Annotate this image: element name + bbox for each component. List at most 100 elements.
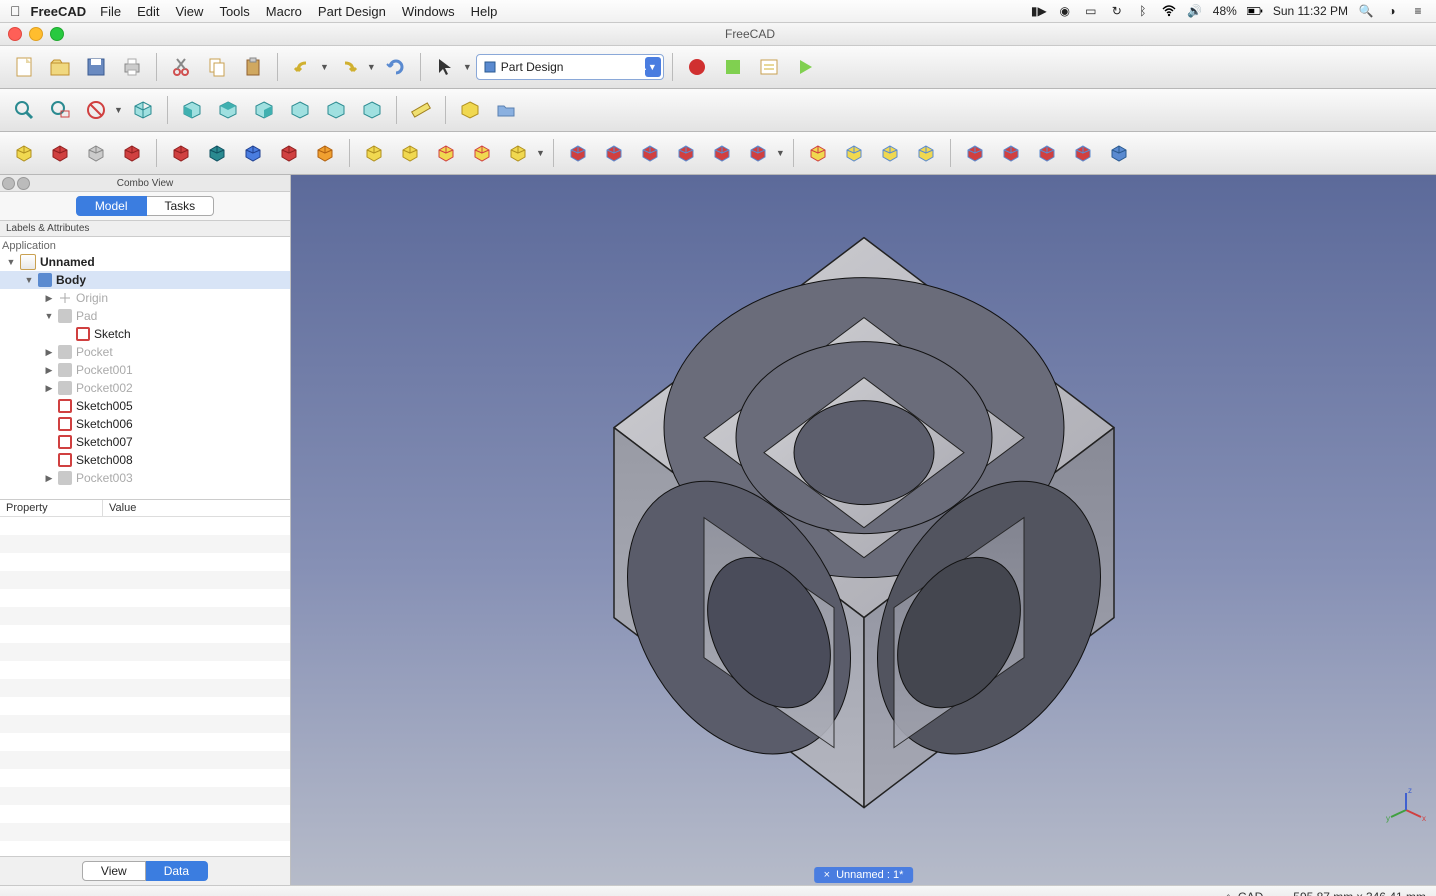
tab-model[interactable]: Model <box>76 196 147 216</box>
window-zoom-button[interactable] <box>50 27 64 41</box>
datum-plane-icon[interactable] <box>237 137 269 169</box>
additive-pipe-icon[interactable] <box>466 137 498 169</box>
additive-box-icon[interactable] <box>502 137 534 169</box>
view-rear-icon[interactable] <box>284 94 316 126</box>
status-battery-icon[interactable] <box>1247 3 1263 19</box>
save-icon[interactable] <box>80 51 112 83</box>
nav-mode-label[interactable]: CAD <box>1238 890 1263 896</box>
menu-help[interactable]: Help <box>471 4 498 19</box>
refresh-icon[interactable] <box>380 51 412 83</box>
cursor-dropdown[interactable]: ▼ <box>463 62 472 72</box>
undo-dropdown[interactable]: ▼ <box>320 62 329 72</box>
tab-data[interactable]: Data <box>146 861 208 881</box>
folder-icon[interactable] <box>490 94 522 126</box>
3d-viewport[interactable]: x y z × Unnamed : 1* <box>291 175 1436 885</box>
panel-float-icon[interactable] <box>17 177 30 190</box>
draw-style-icon[interactable] <box>80 94 112 126</box>
mirrored-icon[interactable] <box>802 137 834 169</box>
workbench-selector[interactable]: Part Design ▲▼ <box>476 54 664 80</box>
menu-windows[interactable]: Windows <box>402 4 455 19</box>
create-sketch-icon[interactable] <box>44 137 76 169</box>
status-siri-icon[interactable]: ◑ <box>1384 3 1400 19</box>
view-front-icon[interactable] <box>176 94 208 126</box>
tree-item-sketch[interactable]: Sketch <box>0 325 290 343</box>
tree-item-pocket001[interactable]: ▶Pocket001 <box>0 361 290 379</box>
status-airplay-icon[interactable]: ▭ <box>1083 3 1099 19</box>
pad-icon[interactable] <box>358 137 390 169</box>
boolean-icon[interactable] <box>1103 137 1135 169</box>
tree-item-sketch007[interactable]: Sketch007 <box>0 433 290 451</box>
isometric-icon[interactable] <box>127 94 159 126</box>
tab-tasks[interactable]: Tasks <box>147 196 215 216</box>
zoom-select-icon[interactable] <box>44 94 76 126</box>
cursor-icon[interactable] <box>429 51 461 83</box>
view-bottom-icon[interactable] <box>320 94 352 126</box>
model-tree[interactable]: Application ▼Unnamed ▼Body ▶Origin▼PadSk… <box>0 237 290 499</box>
document-tab-close-icon[interactable]: × <box>824 869 830 881</box>
tree-item-origin[interactable]: ▶Origin <box>0 289 290 307</box>
part-icon[interactable] <box>454 94 486 126</box>
copy-icon[interactable] <box>201 51 233 83</box>
execute-macro-icon[interactable] <box>789 51 821 83</box>
zoom-fit-icon[interactable] <box>8 94 40 126</box>
linear-pattern-icon[interactable] <box>838 137 870 169</box>
draft-icon[interactable] <box>1031 137 1063 169</box>
tree-item-sketch005[interactable]: Sketch005 <box>0 397 290 415</box>
macros-icon[interactable] <box>753 51 785 83</box>
view-top-icon[interactable] <box>212 94 244 126</box>
window-minimize-button[interactable] <box>29 27 43 41</box>
status-notification-icon[interactable]: ≡ <box>1410 3 1426 19</box>
menu-macro[interactable]: Macro <box>266 4 302 19</box>
record-macro-icon[interactable] <box>681 51 713 83</box>
status-volume-icon[interactable]: 🔊 <box>1187 3 1203 19</box>
status-video-icon[interactable]: ▮▶ <box>1031 3 1047 19</box>
datum-point-icon[interactable] <box>165 137 197 169</box>
open-file-icon[interactable] <box>44 51 76 83</box>
polar-pattern-icon[interactable] <box>874 137 906 169</box>
thickness-icon[interactable] <box>1067 137 1099 169</box>
sub-box-icon-dropdown[interactable]: ▼ <box>776 148 785 158</box>
tree-document[interactable]: ▼Unnamed <box>0 253 290 271</box>
tree-item-pocket003[interactable]: ▶Pocket003 <box>0 469 290 487</box>
shape-binder-icon[interactable] <box>309 137 341 169</box>
panel-close-icon[interactable] <box>2 177 15 190</box>
revolution-icon[interactable] <box>394 137 426 169</box>
hole-icon[interactable] <box>598 137 630 169</box>
window-close-button[interactable] <box>8 27 22 41</box>
tree-item-sketch008[interactable]: Sketch008 <box>0 451 290 469</box>
multi-transform-icon[interactable] <box>910 137 942 169</box>
fillet-icon[interactable] <box>959 137 991 169</box>
tree-body[interactable]: ▼Body <box>0 271 290 289</box>
new-file-icon[interactable] <box>8 51 40 83</box>
status-timemachine-icon[interactable]: ↻ <box>1109 3 1125 19</box>
tree-item-pocket002[interactable]: ▶Pocket002 <box>0 379 290 397</box>
paste-icon[interactable] <box>237 51 269 83</box>
tree-item-pocket[interactable]: ▶Pocket <box>0 343 290 361</box>
additive-loft-icon[interactable] <box>430 137 462 169</box>
additive-box-icon-dropdown[interactable]: ▼ <box>536 148 545 158</box>
sub-pipe-icon[interactable] <box>706 137 738 169</box>
sub-loft-icon[interactable] <box>670 137 702 169</box>
status-sync-icon[interactable]: ◉ <box>1057 3 1073 19</box>
chamfer-icon[interactable] <box>995 137 1027 169</box>
cut-icon[interactable] <box>165 51 197 83</box>
view-right-icon[interactable] <box>248 94 280 126</box>
property-body[interactable] <box>0 517 290 856</box>
status-wifi-icon[interactable] <box>1161 3 1177 19</box>
draw-style-dropdown[interactable]: ▼ <box>114 105 123 115</box>
stop-macro-icon[interactable] <box>717 51 749 83</box>
menu-view[interactable]: View <box>175 4 203 19</box>
measure-icon[interactable] <box>405 94 437 126</box>
groove-icon[interactable] <box>634 137 666 169</box>
datum-cs-icon[interactable] <box>273 137 305 169</box>
tab-view[interactable]: View <box>82 861 146 881</box>
undo-icon[interactable] <box>286 51 318 83</box>
menu-part-design[interactable]: Part Design <box>318 4 386 19</box>
status-bluetooth-icon[interactable]: ᛒ <box>1135 3 1151 19</box>
status-clock[interactable]: Sun 11:32 PM <box>1273 4 1348 18</box>
apple-menu-icon[interactable]:  <box>10 3 21 19</box>
edit-sketch-icon[interactable] <box>80 137 112 169</box>
redo-icon[interactable] <box>333 51 365 83</box>
tree-item-pad[interactable]: ▼Pad <box>0 307 290 325</box>
menu-edit[interactable]: Edit <box>137 4 159 19</box>
